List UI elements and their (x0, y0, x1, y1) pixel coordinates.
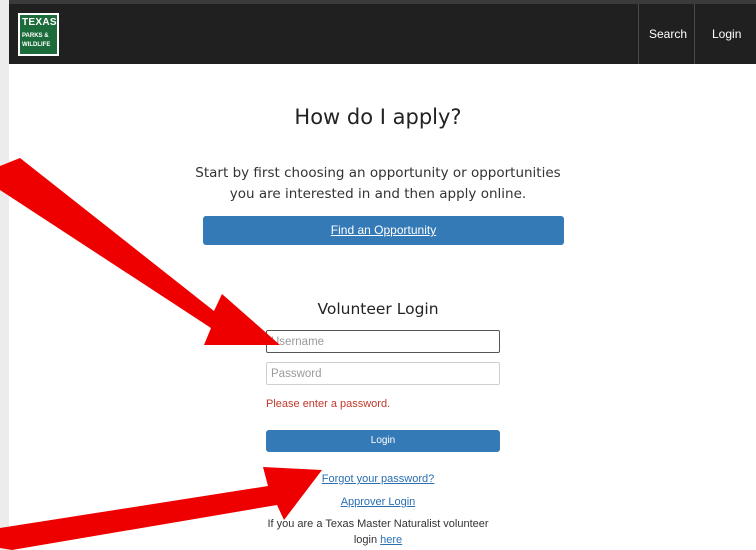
approver-login-link[interactable]: Approver Login (0, 496, 756, 508)
nav-divider (694, 4, 695, 64)
page-title: How do I apply? (294, 105, 462, 129)
intro-line-2: you are interested in and then apply onl… (229, 186, 527, 202)
password-error-message: Please enter a password. (266, 398, 391, 410)
forgot-password-link[interactable]: Forgot your password? (0, 473, 756, 485)
intro-line-1: Start by first choosing an opportunity o… (195, 165, 561, 181)
top-navbar: TEXAS PARKS & WILDLIFE Search Login (9, 0, 756, 64)
login-button[interactable]: Login (266, 430, 500, 452)
naturalist-login-text: login (353, 534, 378, 546)
nav-search-link[interactable]: Search (649, 4, 687, 64)
naturalist-text: If you are a Texas Master Naturalist vol… (267, 518, 489, 530)
logo-line-3: WILDLIFE (22, 42, 51, 48)
password-input[interactable] (266, 362, 500, 385)
volunteer-login-title: Volunteer Login (317, 300, 439, 318)
nav-login-link[interactable]: Login (712, 4, 741, 64)
intro-text: Start by first choosing an opportunity o… (182, 163, 574, 205)
page-left-strip (0, 0, 9, 550)
username-input[interactable] (266, 330, 500, 353)
logo-line-1: TEXAS (22, 17, 57, 28)
naturalist-here-link[interactable]: here (380, 534, 402, 546)
tpwd-logo[interactable]: TEXAS PARKS & WILDLIFE (18, 13, 59, 56)
naturalist-line-2: login here (0, 532, 756, 548)
annotation-arrows (0, 158, 322, 550)
naturalist-notice: If you are a Texas Master Naturalist vol… (0, 516, 756, 548)
nav-divider (638, 4, 639, 64)
logo-line-2: PARKS & (22, 33, 49, 39)
find-opportunity-button[interactable]: Find an Opportunity (203, 216, 564, 245)
